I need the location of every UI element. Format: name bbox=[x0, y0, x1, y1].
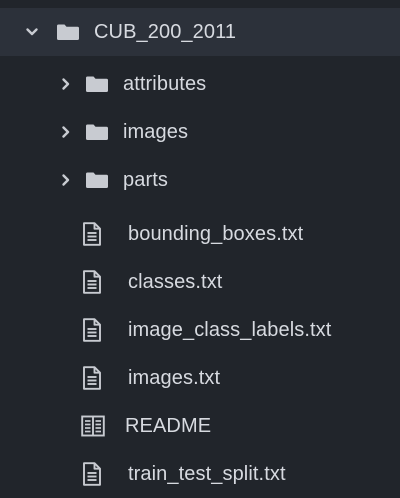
text-file-icon bbox=[82, 270, 102, 294]
folder-icon bbox=[56, 23, 80, 41]
tree-root-label: CUB_200_2011 bbox=[94, 20, 237, 43]
tree-folder-label: attributes bbox=[123, 72, 207, 95]
tree-file-label: bounding_boxes.txt bbox=[128, 222, 304, 245]
folder-icon bbox=[85, 123, 109, 141]
text-file-icon bbox=[82, 318, 102, 342]
tree-file-readme[interactable]: README bbox=[0, 402, 400, 450]
book-file-icon bbox=[81, 415, 105, 437]
tree-folder-images[interactable]: images bbox=[0, 108, 400, 156]
tree-file-label: train_test_split.txt bbox=[128, 462, 286, 485]
tree-file-label: image_class_labels.txt bbox=[128, 318, 332, 341]
file-tree-panel: CUB_200_2011 attributes images parts bou… bbox=[0, 0, 400, 490]
folder-icon bbox=[85, 75, 109, 93]
tree-file-classes[interactable]: classes.txt bbox=[0, 258, 400, 306]
folder-icon bbox=[85, 171, 109, 189]
tree-file-label: images.txt bbox=[128, 366, 221, 389]
chevron-right-icon[interactable] bbox=[59, 125, 73, 139]
text-file-icon bbox=[82, 462, 102, 486]
tree-file-label: classes.txt bbox=[128, 270, 223, 293]
tree-root-folder[interactable]: CUB_200_2011 bbox=[0, 8, 400, 56]
tree-file-train-test-split[interactable]: train_test_split.txt bbox=[0, 450, 400, 498]
text-file-icon bbox=[82, 222, 102, 246]
text-file-icon bbox=[82, 366, 102, 390]
tree-folder-label: images bbox=[123, 120, 189, 143]
tree-file-image-class-labels[interactable]: image_class_labels.txt bbox=[0, 306, 400, 354]
tree-file-bounding-boxes[interactable]: bounding_boxes.txt bbox=[0, 210, 400, 258]
tree-file-images-txt[interactable]: images.txt bbox=[0, 354, 400, 402]
tree-folder-label: parts bbox=[123, 168, 168, 191]
chevron-right-icon[interactable] bbox=[59, 173, 73, 187]
tree-folder-attributes[interactable]: attributes bbox=[0, 60, 400, 108]
chevron-down-icon[interactable] bbox=[25, 25, 39, 39]
tree-folder-parts[interactable]: parts bbox=[0, 156, 400, 204]
chevron-right-icon[interactable] bbox=[59, 77, 73, 91]
tree-file-label: README bbox=[125, 414, 212, 437]
